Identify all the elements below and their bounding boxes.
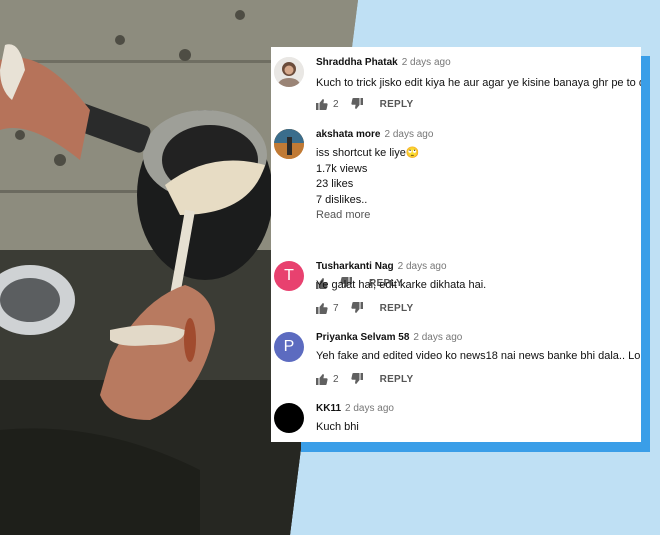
comment-actions: 7 REPLY bbox=[316, 301, 413, 315]
read-more-link[interactable]: Read more bbox=[316, 208, 641, 224]
comment-author[interactable]: Shraddha Phatak bbox=[316, 57, 398, 68]
avatar[interactable] bbox=[274, 403, 304, 433]
avatar-letter: T bbox=[284, 267, 294, 284]
reply-button[interactable]: REPLY bbox=[380, 374, 414, 385]
comment-time[interactable]: 2 days ago bbox=[384, 129, 433, 140]
comment-time[interactable]: 2 days ago bbox=[413, 332, 462, 343]
comment-meta: Priyanka Selvam 58 2 days ago bbox=[316, 332, 462, 343]
comment-meta: Shraddha Phatak 2 days ago bbox=[316, 57, 451, 68]
comment-meta: KK11 2 days ago bbox=[316, 403, 394, 414]
comment-author[interactable]: KK11 bbox=[316, 403, 341, 414]
avatar[interactable]: T bbox=[274, 261, 304, 291]
thumbs-down-icon[interactable] bbox=[350, 98, 363, 110]
reply-button[interactable]: REPLY bbox=[380, 303, 414, 314]
user-photo-icon bbox=[274, 129, 304, 159]
comment-time[interactable]: 2 days ago bbox=[398, 261, 447, 272]
thumbs-up-icon[interactable] bbox=[316, 373, 328, 385]
like-count: 2 bbox=[333, 98, 339, 110]
comment-line: 23 likes bbox=[316, 178, 354, 190]
avatar[interactable] bbox=[274, 129, 304, 159]
comment-time[interactable]: 2 days ago bbox=[345, 403, 394, 414]
comment-actions: 2 REPLY bbox=[316, 372, 413, 386]
comment-meta: akshata more 2 days ago bbox=[316, 129, 433, 140]
comment-author[interactable]: akshata more bbox=[316, 129, 380, 140]
comment-time[interactable]: 2 days ago bbox=[402, 57, 451, 68]
comment-text: Kuch to trick jisko edit kiya he aur aga… bbox=[316, 77, 641, 89]
user-photo-icon bbox=[274, 57, 304, 87]
comment-line: iss shortcut ke liye🙄 bbox=[316, 147, 420, 159]
like-count: 7 bbox=[333, 302, 339, 314]
thumbs-up-icon[interactable] bbox=[316, 302, 328, 314]
comments-card: Shraddha Phatak 2 days ago Kuch to trick … bbox=[271, 47, 641, 442]
comment-text: Kuch bhi bbox=[316, 421, 359, 433]
comment-text: iss shortcut ke liye🙄 1.7k views 23 like… bbox=[316, 146, 641, 224]
avatar[interactable]: P bbox=[274, 332, 304, 362]
thumbs-down-icon[interactable] bbox=[350, 373, 363, 385]
thumbs-up-icon[interactable] bbox=[316, 98, 328, 110]
comment-meta: Tusharkanti Nag 2 days ago bbox=[316, 261, 447, 272]
comment-text: Ye galat hai, edit karke dikhata hai. bbox=[316, 279, 487, 291]
avatar-letter: P bbox=[283, 338, 295, 355]
comment-actions: 2 REPLY bbox=[316, 97, 413, 111]
like-count: 2 bbox=[333, 373, 339, 385]
thumbs-down-icon[interactable] bbox=[350, 302, 363, 314]
comment-text: Yeh fake and edited video ko news18 nai … bbox=[316, 350, 641, 362]
avatar[interactable] bbox=[274, 57, 304, 87]
reply-button[interactable]: REPLY bbox=[380, 99, 414, 110]
comment-line: 7 dislikes.. bbox=[316, 193, 368, 206]
comment-author[interactable]: Tusharkanti Nag bbox=[316, 261, 394, 272]
comment-author[interactable]: Priyanka Selvam 58 bbox=[316, 332, 409, 343]
comment-line: 1.7k views bbox=[316, 162, 368, 175]
